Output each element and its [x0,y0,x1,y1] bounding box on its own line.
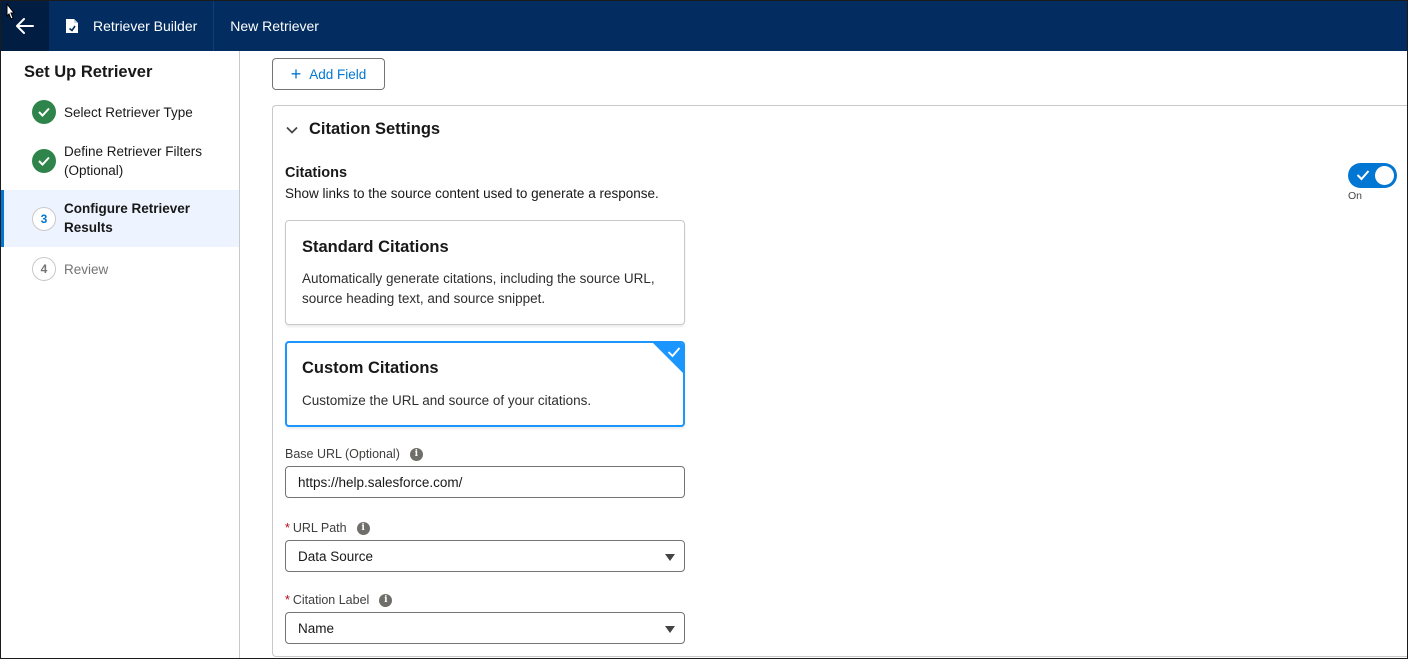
step-label-line: Results [64,220,113,235]
caret-down-icon [665,626,675,633]
check-icon [1356,170,1370,181]
step-review[interactable]: 4 Review [1,255,239,283]
step-label: Review [64,262,109,277]
check-icon [667,347,681,358]
required-marker: * [285,521,290,535]
url-path-label: * URL Path i [285,521,370,535]
info-icon[interactable]: i [356,521,370,535]
step-label-line: (Optional) [64,163,124,178]
input-value: https://help.salesforce.com/ [298,474,463,490]
citations-label: Citations [285,165,348,181]
citation-settings-header[interactable]: Citation Settings [285,120,440,139]
step-configure-results[interactable]: 3 Configure Retriever Results [1,190,239,247]
step-number: 3 [32,207,56,231]
toggle-state-label: On [1348,190,1363,202]
base-url-input[interactable]: https://help.salesforce.com/ [285,466,685,498]
citation-label-select[interactable]: Name [285,612,685,644]
card-title: Standard Citations [302,238,449,256]
step-label-line: Configure Retriever [64,201,191,216]
card-title: Custom Citations [302,359,439,377]
card-description-line: source heading text, and source snippet. [302,290,546,306]
check-icon [38,107,50,117]
sidebar-title: Set Up Retriever [24,63,153,81]
field-label-text: URL Path [292,521,347,535]
step-complete-icon [32,100,56,124]
select-value: Name [298,620,335,636]
citation-settings-panel: Citation Settings Citations Show links t… [272,105,1407,657]
add-field-label: Add Field [309,66,367,82]
card-description: Automatically generate citations, includ… [302,269,672,308]
step-select-retriever-type[interactable]: Select Retriever Type [1,98,239,126]
step-label: Select Retriever Type [64,105,193,120]
check-icon [38,156,50,166]
document-icon [66,19,78,33]
app-title: Retriever Builder [93,18,198,34]
page-title: New Retriever [230,18,319,34]
section-title: Citation Settings [309,120,441,138]
caret-down-icon [665,554,675,561]
citations-toggle[interactable] [1348,163,1397,188]
citation-label-label: * Citation Label i [285,593,393,607]
app-window: Retriever Builder New Retriever Set Up R… [0,0,1408,659]
setup-sidebar: Set Up Retriever Select Retriever Type D… [1,51,240,658]
standard-citations-card[interactable]: Standard Citations Automatically generat… [285,220,685,325]
top-bar: Retriever Builder New Retriever [1,1,1407,51]
url-path-select[interactable]: Data Source [285,540,685,572]
required-marker: * [285,593,290,607]
mouse-pointer-icon [6,3,16,20]
card-description-line: Automatically generate citations, includ… [302,271,655,286]
base-url-label: Base URL (Optional) i [285,447,423,461]
app-title-crumb: Retriever Builder [49,1,215,51]
step-complete-icon [32,149,56,173]
info-icon[interactable]: i [409,447,423,461]
field-label-text: Base URL (Optional) [285,447,400,461]
step-label-line: Define Retriever Filters [64,144,203,159]
chevron-down-icon [286,126,298,134]
add-field-button[interactable]: + Add Field [272,58,385,90]
field-label-text: Citation Label [292,593,370,607]
toggle-knob [1375,166,1394,185]
arrow-left-icon [16,18,34,34]
step-number: 4 [32,257,56,281]
citations-description: Show links to the source content used to… [285,186,659,201]
page-title-crumb: New Retriever [214,1,335,51]
select-value: Data Source [298,548,374,564]
info-icon[interactable]: i [379,593,393,607]
custom-citations-card[interactable]: Custom Citations Customize the URL and s… [285,341,685,427]
step-label: Configure Retriever Results [64,199,190,237]
plus-icon: + [290,64,302,84]
step-label: Define Retriever Filters (Optional) [64,142,202,180]
card-description: Customize the URL and source of your cit… [302,393,592,408]
step-define-filters[interactable]: Define Retriever Filters (Optional) [1,141,239,181]
